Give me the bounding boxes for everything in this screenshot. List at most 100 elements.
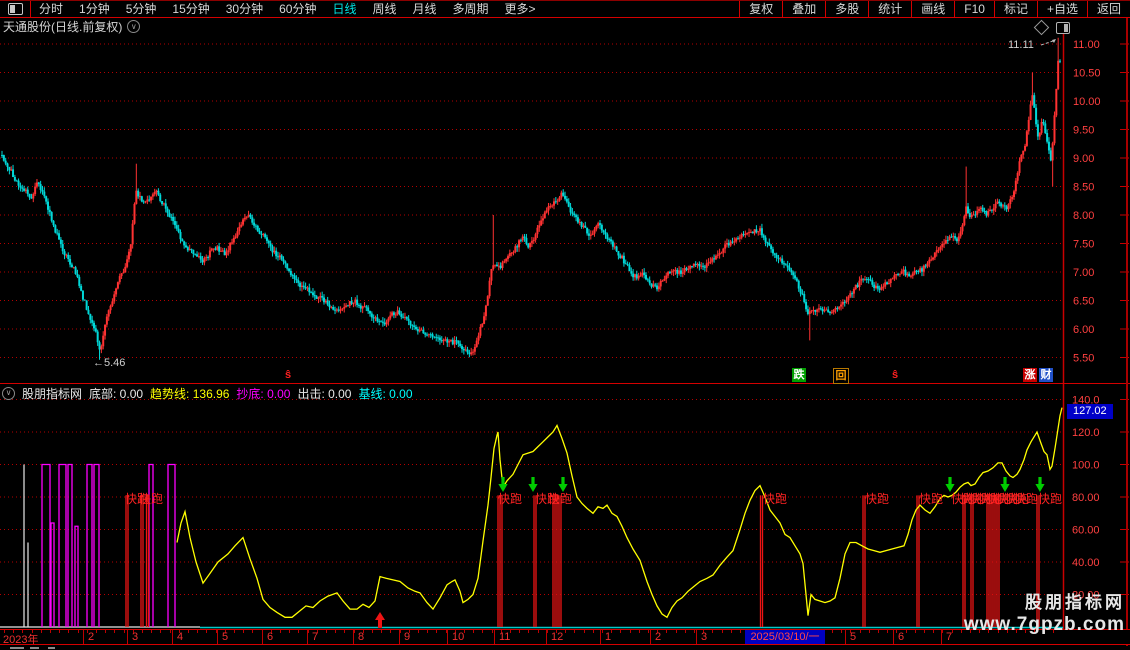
price-axis-label: 7.50 bbox=[1073, 239, 1094, 251]
watermark-site-name: 股朋指标网 bbox=[1025, 593, 1125, 612]
minor-tick bbox=[188, 630, 189, 633]
chart-title-bar: 天通股份(日线.前复权) ∨ bbox=[3, 19, 141, 34]
minor-tick bbox=[694, 630, 695, 633]
minor-tick bbox=[123, 630, 125, 633]
minor-tick bbox=[59, 630, 61, 633]
layout-toggle-button[interactable] bbox=[0, 1, 31, 17]
menu-item-period-7[interactable]: 周线 bbox=[364, 1, 404, 17]
price-axis-label: 8.50 bbox=[1073, 182, 1094, 194]
sell-arrow-icon bbox=[498, 477, 508, 492]
date-axis[interactable]: 2025/03/10/一 2023年 2 3 4 5 6 7 8 9 10 11 12 1 2 3 5 6 7 bbox=[0, 629, 1130, 645]
low-price-label: ←5.46 bbox=[93, 357, 125, 369]
minor-tick bbox=[841, 630, 843, 633]
menu-item-tool-8[interactable]: 返回 bbox=[1086, 1, 1130, 17]
price-axis-label: 8.00 bbox=[1073, 210, 1094, 222]
date-axis-label: 2023年 bbox=[3, 634, 39, 645]
menu-item-period-5[interactable]: 60分钟 bbox=[271, 1, 324, 17]
maximize-pane-icon[interactable] bbox=[1056, 22, 1070, 34]
month-separator bbox=[307, 630, 308, 644]
sell-signal-label: 快跑 bbox=[498, 492, 522, 506]
menu-item-tool-2[interactable]: 多股 bbox=[825, 1, 868, 17]
date-axis-label: 9 bbox=[404, 631, 411, 643]
menu-item-period-9[interactable]: 多周期 bbox=[445, 1, 497, 17]
price-axis-label: 9.00 bbox=[1073, 153, 1094, 165]
chart-marker-hui[interactable]: 回 bbox=[833, 368, 849, 384]
minor-tick bbox=[675, 630, 677, 633]
indicator-value-badge: 127.02 bbox=[1067, 404, 1113, 419]
month-separator bbox=[447, 630, 448, 644]
month-separator bbox=[83, 630, 84, 644]
minor-tick bbox=[666, 630, 668, 633]
sell-signal-label: 快跑 bbox=[1014, 492, 1038, 506]
minor-tick bbox=[528, 630, 530, 633]
chart-marker-cai[interactable]: 财 bbox=[1039, 368, 1053, 382]
indicator-field-1: 趋势线: 136.96 bbox=[150, 386, 230, 401]
minor-tick bbox=[169, 630, 171, 633]
menu-item-period-10[interactable]: 更多> bbox=[497, 1, 544, 17]
menu-item-tool-7[interactable]: +自选 bbox=[1036, 1, 1087, 17]
menu-item-period-4[interactable]: 30分钟 bbox=[218, 1, 271, 17]
minor-tick bbox=[105, 630, 107, 633]
menu-item-tool-1[interactable]: 叠加 bbox=[782, 1, 825, 17]
watermark: 股朋指标网 www.7gpzb.com bbox=[964, 593, 1125, 636]
minor-tick bbox=[40, 630, 42, 633]
indicator-panel-chart[interactable]: 140.0120.0100.080.0060.0040.0020.00快跑快跑快… bbox=[0, 384, 1130, 629]
chart-marker-s[interactable]: ŝ bbox=[888, 368, 902, 382]
minor-tick bbox=[730, 630, 732, 633]
minor-tick bbox=[234, 630, 235, 633]
menu-item-period-1[interactable]: 1分钟 bbox=[71, 1, 118, 17]
minor-tick bbox=[740, 630, 741, 633]
minor-tick bbox=[519, 630, 521, 633]
chart-marker-zhang[interactable]: 涨 bbox=[1023, 368, 1037, 382]
minor-tick bbox=[77, 630, 79, 633]
menu-item-tool-0[interactable]: 复权 bbox=[739, 1, 782, 17]
sell-signal-label: 快跑 bbox=[1038, 492, 1062, 506]
minor-tick bbox=[436, 630, 438, 633]
minor-tick bbox=[206, 630, 208, 633]
date-axis-label: 11 bbox=[499, 631, 511, 643]
minor-tick bbox=[114, 630, 116, 633]
minor-tick bbox=[887, 630, 889, 633]
date-axis-label: 7 bbox=[946, 631, 953, 643]
diamond-icon[interactable] bbox=[1033, 19, 1050, 36]
minor-tick bbox=[390, 630, 392, 633]
indicator-chevron-down-icon[interactable]: ∨ bbox=[2, 386, 15, 400]
title-chevron-down-icon[interactable]: ∨ bbox=[127, 20, 141, 33]
minor-tick bbox=[629, 630, 631, 633]
minor-tick bbox=[96, 630, 97, 633]
price-axis-label: 9.50 bbox=[1073, 125, 1094, 137]
price-axis-label: 6.50 bbox=[1073, 296, 1094, 308]
main-candlestick-chart[interactable]: 11.00 10.50 10.00 9.50 9.00 8.50 8.00 7.50 7.00 6… bbox=[0, 34, 1130, 384]
month-separator bbox=[127, 630, 128, 644]
minor-tick bbox=[473, 630, 475, 633]
menu-item-period-2[interactable]: 5分钟 bbox=[118, 1, 165, 17]
month-separator bbox=[399, 630, 400, 644]
sell-signal-label: 快跑 bbox=[919, 492, 943, 506]
candlestick-series bbox=[1, 37, 1061, 360]
price-axis-label: 6.00 bbox=[1073, 324, 1094, 336]
minor-tick bbox=[482, 630, 484, 633]
date-axis-label: 3 bbox=[132, 631, 139, 643]
chart-marker-die[interactable]: 跌 bbox=[792, 368, 806, 382]
menu-item-period-6[interactable]: 日线 bbox=[324, 1, 364, 17]
menu-item-period-3[interactable]: 15分钟 bbox=[164, 1, 217, 17]
price-axis-label: 10.00 bbox=[1073, 96, 1101, 108]
period-menu: 分时 1分钟 5分钟 15分钟 30分钟 60分钟 日线 周线 月线 多周期 更多> bbox=[0, 1, 544, 17]
price-axis-label: 10.50 bbox=[1073, 68, 1101, 80]
menu-item-tool-4[interactable]: 画线 bbox=[911, 1, 954, 17]
month-separator bbox=[941, 630, 942, 644]
right-border bbox=[1126, 18, 1128, 650]
menu-item-tool-6[interactable]: 标记 bbox=[993, 1, 1037, 17]
menu-item-tool-3[interactable]: 统计 bbox=[868, 1, 911, 17]
menu-item-tool-5[interactable]: F10 bbox=[954, 1, 994, 17]
menu-item-period-8[interactable]: 月线 bbox=[405, 1, 445, 17]
minor-tick bbox=[280, 630, 281, 633]
chart-marker-s[interactable]: ŝ bbox=[281, 368, 295, 382]
minor-tick bbox=[933, 630, 935, 633]
minor-tick bbox=[924, 630, 925, 633]
menu-item-period-0[interactable]: 分时 bbox=[31, 1, 71, 17]
minor-tick bbox=[684, 630, 686, 633]
indicator-field-2: 抄底: 0.00 bbox=[236, 386, 291, 401]
indicator-axis-label: 60.00 bbox=[1072, 525, 1100, 537]
minor-tick bbox=[592, 630, 594, 633]
